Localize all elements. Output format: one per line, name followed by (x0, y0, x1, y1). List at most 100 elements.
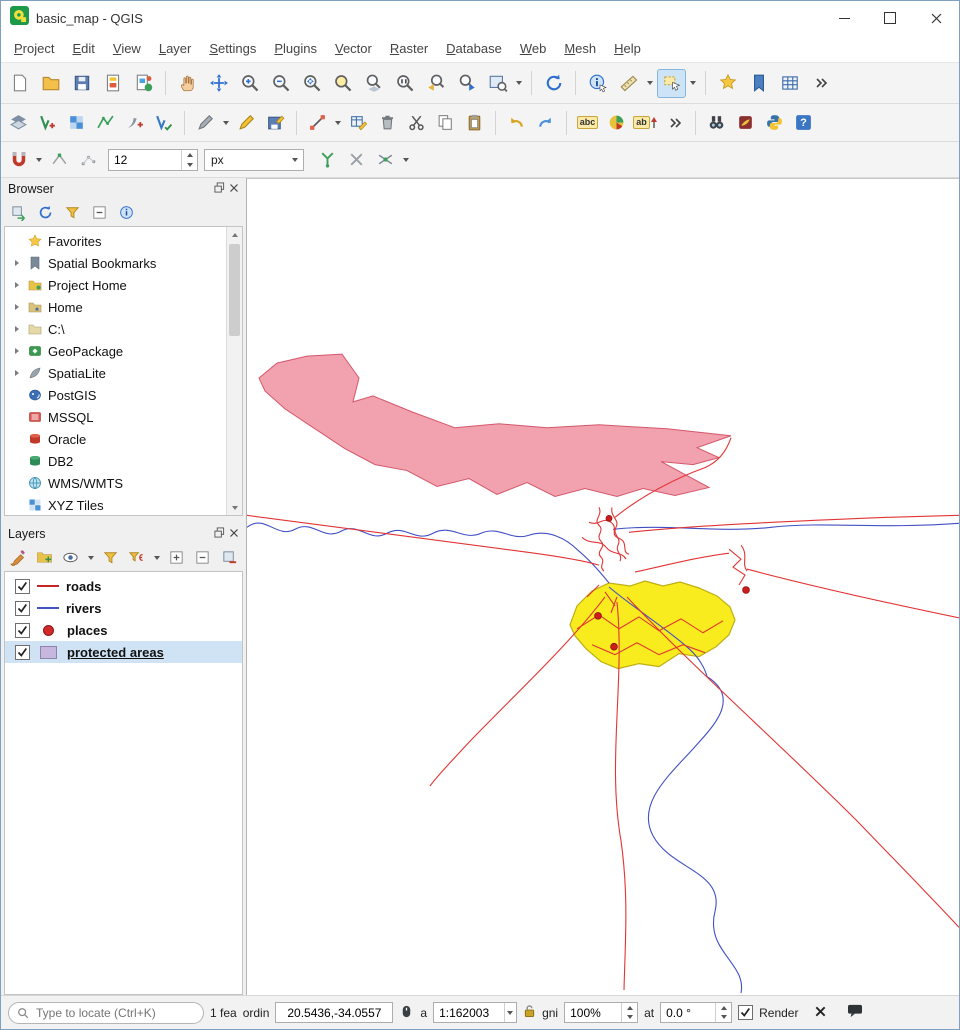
menu-layer[interactable]: Layer (150, 38, 201, 59)
browser-item-project-home[interactable]: Project Home (5, 274, 226, 296)
topological-editing-button[interactable] (314, 147, 341, 173)
pin-labels-button[interactable]: ab (632, 110, 659, 136)
grass-tools-button[interactable] (732, 110, 759, 136)
layer-row-protected-areas[interactable]: protected areas (5, 641, 242, 663)
new-print-layout-button[interactable] (98, 69, 127, 98)
copy-features-button[interactable] (432, 110, 459, 136)
current-edits-button[interactable] (192, 110, 219, 136)
map-canvas[interactable] (246, 178, 959, 995)
filter-legend-button[interactable] (99, 547, 123, 569)
measure-dropdown[interactable] (647, 81, 653, 85)
show-layout-manager-button[interactable] (129, 69, 158, 98)
zoom-in-button[interactable] (235, 69, 264, 98)
menu-raster[interactable]: Raster (381, 38, 437, 59)
stop-rendering-icon[interactable] (814, 1005, 827, 1021)
lock-scale-icon[interactable] (523, 1004, 536, 1021)
snapping-dropdown[interactable] (36, 158, 42, 162)
scroll-down-arrow[interactable] (227, 500, 242, 515)
data-source-manager-button[interactable] (5, 110, 32, 136)
extent-icon[interactable] (399, 1004, 414, 1022)
save-project-button[interactable] (67, 69, 96, 98)
layer-checkbox[interactable] (15, 645, 30, 660)
menu-settings[interactable]: Settings (200, 38, 265, 59)
map-themes-dropdown[interactable] (88, 556, 94, 560)
zoom-native-button[interactable] (390, 69, 419, 98)
add-mesh-layer-button[interactable] (92, 110, 119, 136)
rotation-input[interactable] (661, 1003, 715, 1022)
layer-diagram-button[interactable] (603, 110, 630, 136)
browser-item-geopackage[interactable]: GeoPackage (5, 340, 226, 362)
pan-map-button[interactable] (173, 69, 202, 98)
menu-mesh[interactable]: Mesh (555, 38, 605, 59)
save-layer-edits-button[interactable] (262, 110, 289, 136)
new-map-view-dropdown[interactable] (516, 81, 522, 85)
snap-on-intersection-dropdown[interactable] (403, 158, 409, 162)
new-project-button[interactable] (5, 69, 34, 98)
measure-button[interactable] (614, 69, 643, 98)
toolbar-overflow-chevron[interactable] (806, 69, 835, 98)
add-group-button[interactable] (33, 547, 57, 569)
scale-input[interactable] (434, 1005, 504, 1021)
add-vector-layer-button[interactable] (34, 110, 61, 136)
paste-features-button[interactable] (461, 110, 488, 136)
layer-row-rivers[interactable]: rivers (5, 597, 242, 619)
menu-web[interactable]: Web (511, 38, 556, 59)
avoid-intersections-button[interactable] (343, 147, 370, 173)
browser-item-favorites[interactable]: Favorites (5, 230, 226, 252)
menu-view[interactable]: View (104, 38, 150, 59)
enable-snapping-button[interactable] (5, 147, 32, 173)
attribute-table-button[interactable] (775, 69, 804, 98)
browser-item-postgis[interactable]: PostGIS (5, 384, 226, 406)
collapse-all-layers-button[interactable] (191, 547, 215, 569)
render-checkbox[interactable] (738, 1005, 753, 1020)
locate-input[interactable] (34, 1005, 195, 1021)
menu-plugins[interactable]: Plugins (265, 38, 326, 59)
menu-help[interactable]: Help (605, 38, 650, 59)
browser-item-db2[interactable]: DB2 (5, 450, 226, 472)
add-delimited-text-button[interactable] (121, 110, 148, 136)
open-project-button[interactable] (36, 69, 65, 98)
snap-on-intersection-button[interactable] (372, 147, 399, 173)
layer-checkbox[interactable] (15, 601, 30, 616)
filter-expression-dropdown[interactable] (154, 556, 160, 560)
identify-features-button[interactable] (583, 69, 612, 98)
rotation-steppers[interactable] (715, 1003, 731, 1022)
new-map-view-button[interactable] (483, 69, 512, 98)
add-selected-layers-button[interactable] (6, 202, 30, 224)
select-features-dropdown[interactable] (690, 81, 696, 85)
browser-item-spatial-bookmarks[interactable]: Spatial Bookmarks (5, 252, 226, 274)
browser-item-c-drive[interactable]: C:\ (5, 318, 226, 340)
browser-item-wms-wmts[interactable]: WMS/WMTS (5, 472, 226, 494)
python-console-button[interactable] (761, 110, 788, 136)
snap-vertex-mode-button[interactable] (46, 147, 73, 173)
layers-close-button[interactable] (229, 527, 239, 541)
browser-close-button[interactable] (229, 182, 239, 196)
menu-project[interactable]: Project (5, 38, 63, 59)
zoom-to-selection-button[interactable] (328, 69, 357, 98)
pan-to-selection-button[interactable] (204, 69, 233, 98)
refresh-button[interactable] (539, 69, 568, 98)
browser-item-oracle[interactable]: Oracle (5, 428, 226, 450)
snap-segment-mode-button[interactable] (75, 147, 102, 173)
browser-item-home[interactable]: Home (5, 296, 226, 318)
menu-vector[interactable]: Vector (326, 38, 381, 59)
modify-attributes-button[interactable] (345, 110, 372, 136)
expand-all-button[interactable] (165, 547, 189, 569)
locate-box[interactable] (8, 1002, 204, 1024)
menu-edit[interactable]: Edit (63, 38, 103, 59)
browser-float-button[interactable] (214, 182, 225, 196)
scrollbar-thumb[interactable] (229, 244, 240, 336)
refresh-browser-button[interactable] (33, 202, 57, 224)
zoom-full-button[interactable] (297, 69, 326, 98)
filter-by-expression-button[interactable] (125, 547, 149, 569)
show-bookmarks-button[interactable] (744, 69, 773, 98)
menu-database[interactable]: Database (437, 38, 511, 59)
layer-checkbox[interactable] (15, 579, 30, 594)
toggle-editing-button[interactable] (233, 110, 260, 136)
vertex-tool-button[interactable] (304, 110, 331, 136)
layer-checkbox[interactable] (15, 623, 30, 638)
delete-selected-button[interactable] (374, 110, 401, 136)
browser-item-xyz-tiles[interactable]: XYZ Tiles (5, 494, 226, 516)
redo-button[interactable] (532, 110, 559, 136)
scroll-up-arrow[interactable] (227, 227, 242, 242)
